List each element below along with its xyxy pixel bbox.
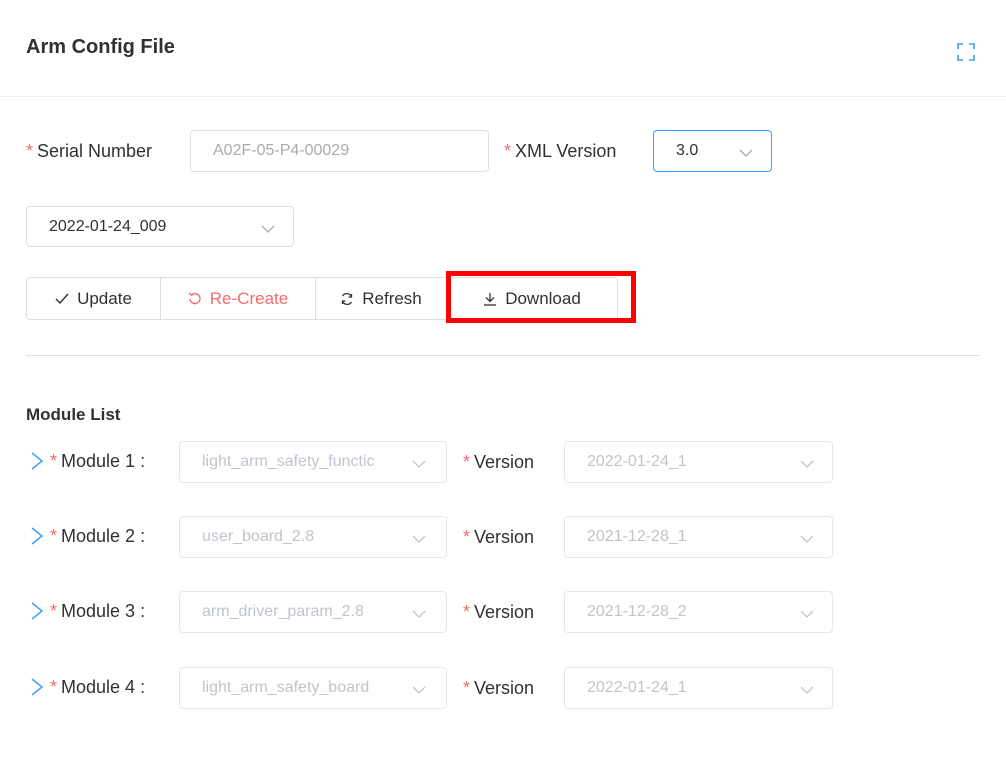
- page-title: Arm Config File: [26, 36, 175, 58]
- refresh-ccw-icon: [188, 291, 202, 306]
- chevron-down-icon: [412, 686, 426, 694]
- version-label: * Version: [463, 678, 535, 698]
- version-select[interactable]: 2021-12-28_1: [564, 516, 833, 558]
- chevron-down-icon: [412, 535, 426, 543]
- chevron-down-icon: [261, 225, 275, 233]
- update-button[interactable]: Update: [26, 277, 161, 320]
- version-select[interactable]: 2021-12-28_2: [564, 591, 833, 633]
- page-header: Arm Config File: [0, 0, 1006, 97]
- refresh-icon: [340, 292, 354, 306]
- action-button-group: Update Re-Create Refresh Download: [26, 277, 618, 320]
- module-select[interactable]: user_board_2.8: [179, 516, 447, 558]
- chevron-right-icon[interactable]: [30, 526, 44, 546]
- module-label: * Module 4 :: [50, 677, 146, 697]
- module-label: * Module 1 :: [50, 451, 146, 471]
- module-row: * Module 2 : user_board_2.8 * Version 2021…: [0, 516, 1006, 558]
- module-list-title: Module List: [26, 405, 121, 424]
- module-row: * Module 4 : light_arm_safety_board * Vers…: [0, 667, 1006, 709]
- module-select[interactable]: light_arm_safety_functic: [179, 441, 447, 483]
- version-label: * Version: [463, 452, 535, 472]
- fullscreen-icon[interactable]: [956, 42, 976, 62]
- chevron-down-icon: [739, 149, 753, 157]
- chevron-down-icon: [800, 610, 814, 618]
- version-label: * Version: [463, 527, 535, 547]
- chevron-right-icon[interactable]: [30, 451, 44, 471]
- serial-number-input[interactable]: A02F-05-P4-00029: [190, 130, 489, 172]
- chevron-down-icon: [800, 686, 814, 694]
- version-select[interactable]: 2022-01-24_1: [564, 441, 833, 483]
- config-date-select[interactable]: 2022-01-24_009: [26, 206, 294, 247]
- download-icon: [483, 292, 497, 306]
- module-row: * Module 1 : light_arm_safety_functic * Ve…: [0, 441, 1006, 483]
- module-label: * Module 2 :: [50, 526, 146, 546]
- refresh-button[interactable]: Refresh: [315, 277, 447, 320]
- chevron-down-icon: [800, 535, 814, 543]
- xml-version-select[interactable]: 3.0: [653, 130, 772, 172]
- chevron-right-icon[interactable]: [30, 601, 44, 621]
- module-select[interactable]: light_arm_safety_board: [179, 667, 447, 709]
- version-label: * Version: [463, 602, 535, 622]
- chevron-down-icon: [412, 610, 426, 618]
- chevron-right-icon[interactable]: [30, 677, 44, 697]
- check-icon: [55, 293, 69, 305]
- section-divider: [26, 355, 980, 356]
- serial-number-label: * Serial Number: [26, 141, 153, 161]
- module-label: * Module 3 :: [50, 601, 146, 621]
- version-select[interactable]: 2022-01-24_1: [564, 667, 833, 709]
- chevron-down-icon: [412, 460, 426, 468]
- module-select[interactable]: arm_driver_param_2.8: [179, 591, 447, 633]
- download-button[interactable]: Download: [446, 277, 618, 320]
- recreate-button[interactable]: Re-Create: [160, 277, 316, 320]
- module-row: * Module 3 : arm_driver_param_2.8 * Versio…: [0, 591, 1006, 633]
- xml-version-label: * XML Version: [504, 141, 617, 161]
- chevron-down-icon: [800, 460, 814, 468]
